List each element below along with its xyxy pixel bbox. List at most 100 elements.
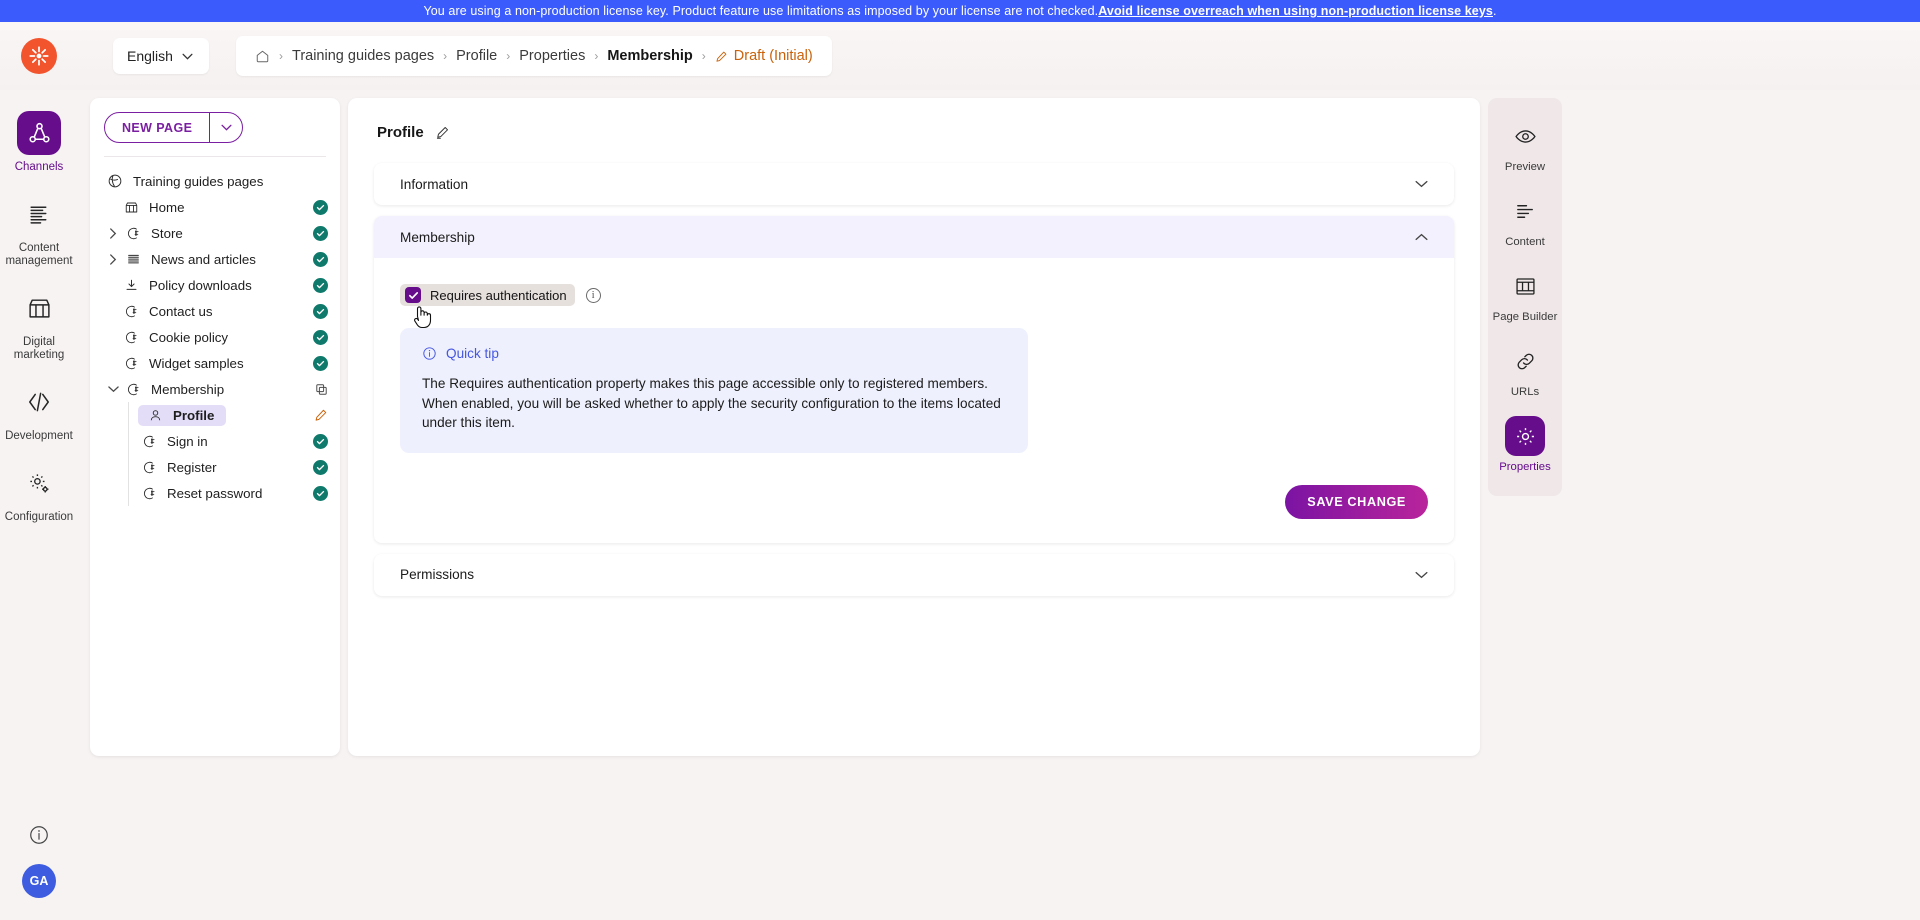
check-circle-icon (313, 459, 328, 475)
quick-tip-title: Quick tip (446, 346, 499, 361)
tree-row[interactable]: Widget samples (90, 350, 340, 376)
right-rail-item-preview[interactable]: Preview (1492, 110, 1558, 179)
accordion-section-membership: Membership Requires authentication i Qui… (374, 216, 1454, 543)
accordion-header-membership[interactable]: Membership (374, 216, 1454, 258)
status-badge-published (313, 225, 328, 241)
right-rail-label-page-builder: Page Builder (1492, 311, 1558, 323)
globe-icon (104, 173, 126, 189)
pencil-icon[interactable] (435, 125, 450, 140)
rail-item-configuration[interactable]: Configuration (2, 452, 76, 531)
chevron-down-icon (221, 124, 232, 131)
rail-item-development[interactable]: Development (2, 371, 76, 450)
chevron-down-icon[interactable] (1415, 180, 1428, 188)
new-page-dropdown-toggle[interactable] (209, 113, 242, 142)
info-circle-icon[interactable] (28, 824, 50, 846)
tree-row[interactable]: Contact us (90, 298, 340, 324)
accordion-header-information[interactable]: Information (374, 163, 1454, 205)
page-hash-icon (122, 382, 144, 397)
accordion-body-membership: Requires authentication i Quick tip The … (374, 258, 1454, 543)
tree-row[interactable]: Home (90, 194, 340, 220)
rail-label-channels: Channels (14, 161, 64, 173)
license-banner-text: You are using a non-production license k… (423, 4, 1099, 18)
status-badge-published (313, 277, 328, 293)
tree-row[interactable]: Register (90, 454, 340, 480)
tree-row[interactable]: Membership (90, 376, 340, 402)
tree-row[interactable]: Store (90, 220, 340, 246)
tree-row[interactable]: Sign in (90, 428, 340, 454)
breadcrumb-status[interactable]: Draft (Initial) (715, 48, 813, 64)
content-management-icon (17, 192, 61, 236)
list-lines-icon (122, 252, 144, 267)
check-circle-icon (313, 433, 328, 449)
chevron-right-icon[interactable] (104, 227, 122, 239)
tree-row[interactable]: Cookie policy (90, 324, 340, 350)
chevron-down-icon[interactable] (1415, 571, 1428, 579)
requires-authentication-label: Requires authentication (430, 287, 567, 303)
checkbox-checked-icon (405, 287, 421, 303)
tree-label: Training guides pages (133, 173, 264, 189)
rail-item-digital-marketing[interactable]: Digital marketing (2, 277, 76, 369)
license-banner-link[interactable]: Avoid license overreach when using non-p… (1098, 4, 1493, 18)
breadcrumb-separator: › (506, 49, 511, 63)
tree-row[interactable]: Policy downloads (90, 272, 340, 298)
tree-label: Reset password (167, 485, 263, 501)
new-page-row: NEW PAGE (90, 98, 340, 143)
info-circle-icon[interactable]: i (585, 287, 601, 303)
chevron-up-icon[interactable] (1415, 233, 1428, 241)
status-badge-published (313, 459, 328, 475)
tree-row[interactable]: News and articles (90, 246, 340, 272)
chevron-down-icon (182, 53, 193, 60)
breadcrumb-item-membership[interactable]: Membership (607, 48, 692, 64)
rail-label-digital-marketing: Digital marketing (13, 336, 65, 361)
tree-label: Widget samples (149, 355, 244, 371)
pages-panel: NEW PAGE Training guides pages Home Stor… (90, 98, 340, 756)
tree-row[interactable]: Reset password (90, 480, 340, 506)
save-change-button[interactable]: SAVE CHANGE (1285, 484, 1428, 519)
breadcrumb-item-training-guides-pages[interactable]: Training guides pages (292, 48, 434, 64)
home-icon[interactable] (255, 49, 270, 64)
status-badge-published (313, 303, 328, 319)
breadcrumb-status-label: Draft (Initial) (733, 48, 813, 64)
check-circle-icon (313, 199, 328, 215)
right-rail-item-content[interactable]: Content (1492, 185, 1558, 254)
accordion-header-permissions[interactable]: Permissions (374, 554, 1454, 596)
breadcrumb-separator: › (701, 49, 706, 63)
breadcrumb-item-properties[interactable]: Properties (519, 48, 585, 64)
page-hash-icon (120, 330, 142, 345)
right-rail-item-properties[interactable]: Properties (1492, 410, 1558, 479)
eye-icon (1505, 116, 1545, 156)
quick-tip-body: The Requires authentication property mak… (422, 374, 1006, 433)
right-rail-label-properties: Properties (1499, 461, 1551, 473)
rail-item-channels[interactable]: Channels (2, 102, 76, 181)
avatar[interactable]: GA (22, 864, 56, 898)
rail-item-content-management[interactable]: Content management (2, 183, 76, 275)
page-title-row: Profile (374, 124, 1454, 141)
check-circle-icon (313, 303, 328, 319)
tree-guideline (128, 428, 129, 454)
tree-label: Sign in (167, 433, 208, 449)
kentico-logo[interactable] (21, 38, 57, 74)
left-rail: Channels Content management Digital mark… (0, 90, 78, 920)
tree-guideline (128, 480, 129, 506)
chevron-down-icon[interactable] (104, 385, 122, 393)
new-page-button-label: NEW PAGE (122, 120, 193, 135)
tree-label: Home (149, 199, 185, 215)
chevron-right-icon[interactable] (104, 253, 122, 265)
breadcrumb: › Training guides pages › Profile › Prop… (236, 36, 832, 76)
content-lines-icon (1505, 191, 1545, 231)
new-page-button[interactable]: NEW PAGE (104, 112, 244, 143)
right-rail-item-page-builder[interactable]: Page Builder (1492, 260, 1558, 329)
code-icon (17, 380, 61, 424)
tree-row-profile[interactable]: Profile (90, 402, 340, 428)
tree-label: Profile (173, 407, 215, 423)
tree-row[interactable]: Training guides pages (90, 168, 340, 194)
accordion-title-permissions: Permissions (400, 567, 475, 582)
page-hash-icon (138, 460, 160, 475)
requires-authentication-checkbox[interactable]: Requires authentication (400, 284, 575, 306)
rail-label-development: Development (5, 430, 73, 442)
breadcrumb-item-profile[interactable]: Profile (456, 48, 497, 64)
language-selector[interactable]: English (113, 38, 209, 74)
right-rail-item-urls[interactable]: URLs (1492, 335, 1558, 404)
download-icon (120, 278, 142, 293)
breadcrumb-separator: › (443, 49, 448, 63)
